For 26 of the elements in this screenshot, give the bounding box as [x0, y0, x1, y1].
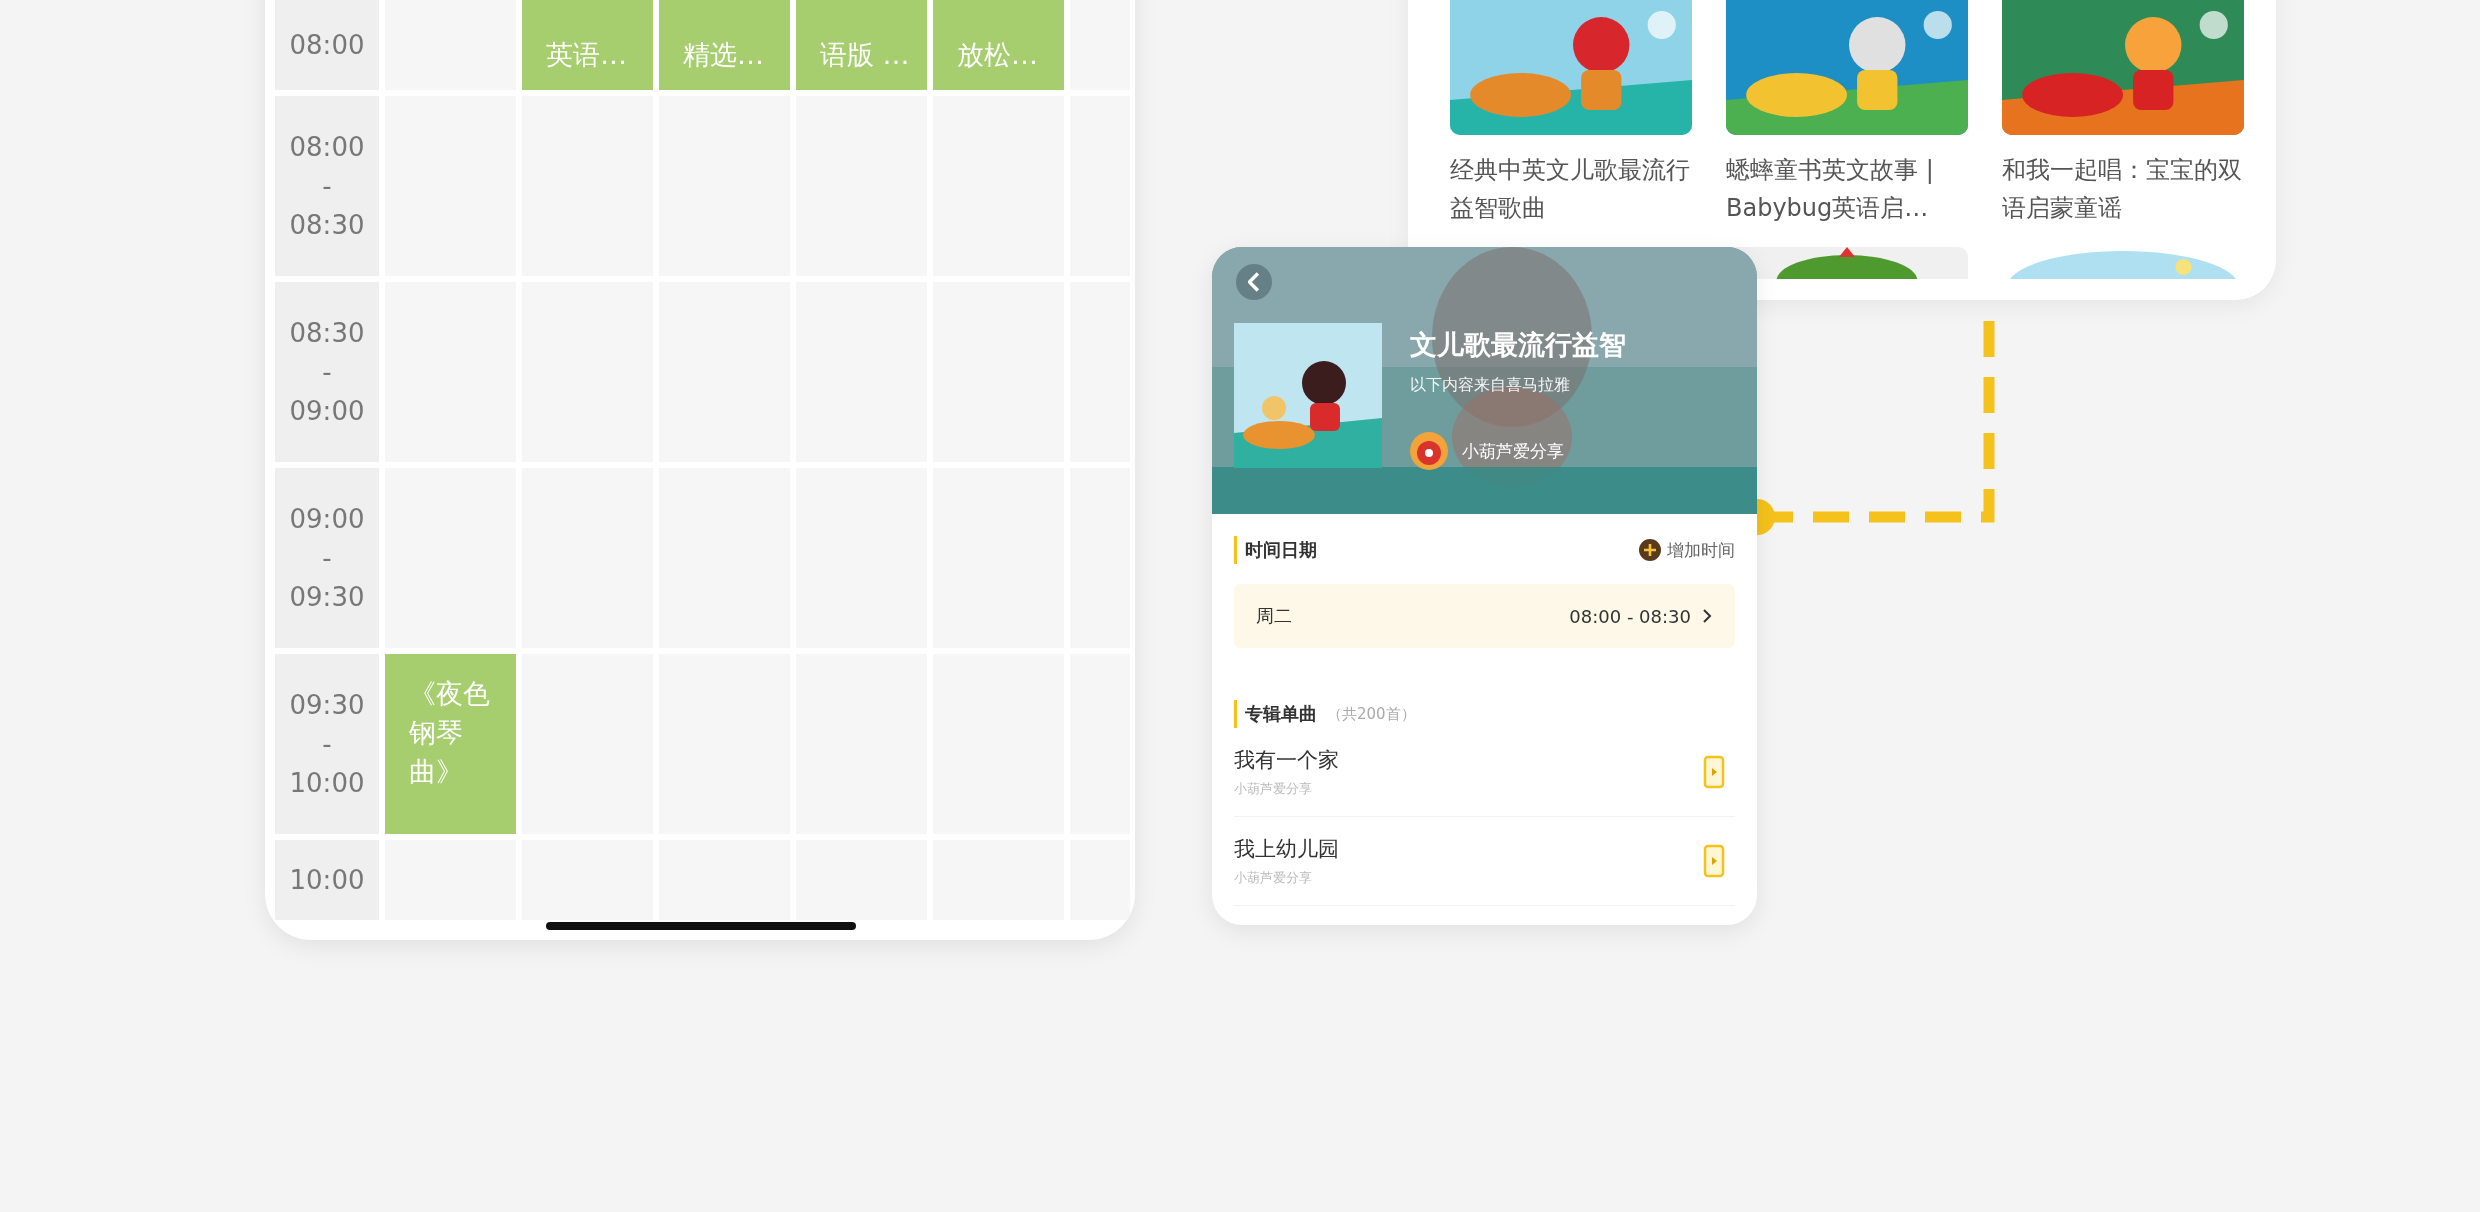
- phone-play-icon[interactable]: [1703, 844, 1725, 878]
- time-slot: 08:30 - 09:00: [275, 282, 379, 462]
- track-title: 我有一个家: [1234, 747, 1339, 774]
- track-title: 我上幼儿园: [1234, 836, 1339, 863]
- add-time-button[interactable]: 增加时间: [1639, 538, 1735, 562]
- track-row[interactable]: 我上幼儿园 小葫芦爱分享: [1234, 817, 1735, 906]
- track-author: 小葫芦爱分享: [1234, 780, 1313, 798]
- track-author: 小葫芦爱分享: [1234, 869, 1313, 887]
- chevron-right-icon: [1701, 608, 1713, 624]
- time-slot: 09:30 - 10:00: [275, 654, 379, 834]
- weekday-label: 周二: [1256, 604, 1293, 628]
- time-slot: 09:00 - 09:30: [275, 468, 379, 648]
- section-title: 时间日期: [1245, 538, 1317, 562]
- album-title[interactable]: 蟋蟀童书英文故事 | Babybug英语启…: [1726, 151, 1968, 227]
- album-title[interactable]: 和我一起唱：宝宝的双语启蒙童谣: [2002, 151, 2244, 227]
- plus-icon: [1639, 539, 1661, 561]
- phone-play-icon[interactable]: [1703, 755, 1725, 789]
- time-slot: 08:00: [275, 0, 379, 90]
- time-slot: 08:00 - 08:30: [275, 96, 379, 276]
- time-range: 08:00 - 08:30: [1569, 605, 1691, 627]
- album-title[interactable]: 经典中英文儿歌最流行益智歌曲: [1450, 151, 1692, 227]
- track-count: （共200首）: [1327, 704, 1416, 724]
- section-title: 专辑单曲: [1245, 702, 1317, 726]
- time-slot: 10:00: [275, 840, 379, 920]
- track-row[interactable]: 我有一个家 小葫芦爱分享: [1234, 728, 1735, 817]
- time-row[interactable]: 周二 08:00 - 08:30: [1234, 584, 1735, 648]
